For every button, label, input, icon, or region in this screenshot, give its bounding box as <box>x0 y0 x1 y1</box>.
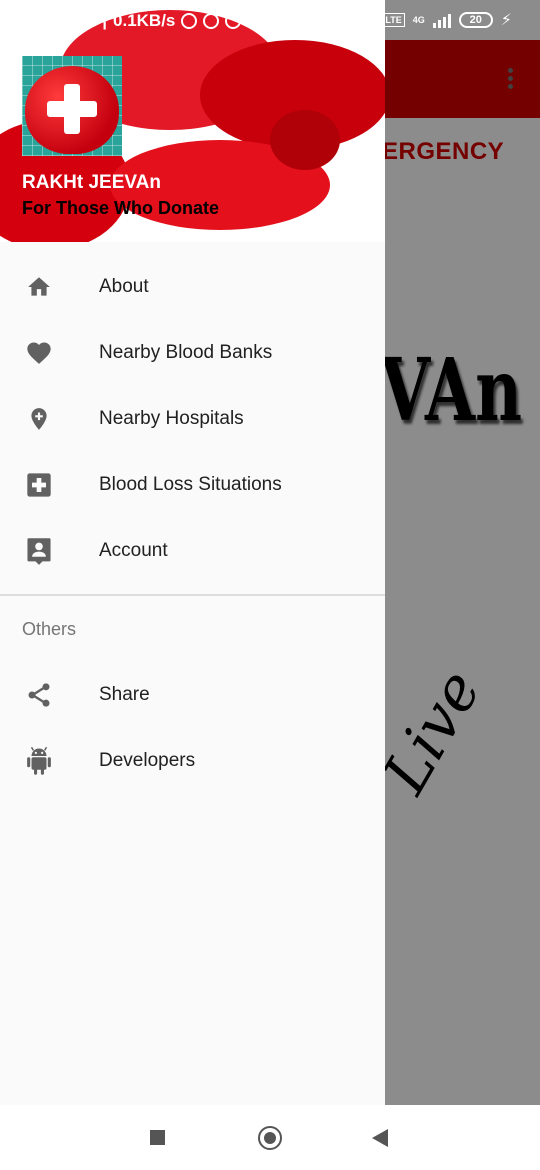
charging-icon: ⚡ <box>500 12 512 29</box>
menu-item-label: Account <box>99 540 168 561</box>
alarm-icon <box>203 13 220 29</box>
menu-item-nearby-blood-banks[interactable]: Nearby Blood Banks <box>0 320 385 386</box>
status-separator: | <box>102 11 108 30</box>
home-icon <box>24 272 54 302</box>
menu-item-label: Nearby Hospitals <box>99 408 244 429</box>
status-bar: 2:57 PM | 0.1KB/s Vo LTE 4G 20 ⚡ <box>0 0 540 40</box>
navigation-drawer: RAKHt JEEVAn For Those Who Donate About … <box>0 0 385 1105</box>
menu-item-nearby-hospitals[interactable]: Nearby Hospitals <box>0 386 385 452</box>
menu-item-account[interactable]: Account <box>0 518 385 584</box>
section-title-others: Others <box>22 619 77 639</box>
menu-item-label: Blood Loss Situations <box>99 474 282 495</box>
headset-icon <box>225 13 242 29</box>
status-time: 2:57 PM <box>32 11 97 30</box>
share-icon <box>24 680 54 710</box>
back-button[interactable] <box>372 1129 388 1147</box>
menu-item-about[interactable]: About <box>0 254 385 320</box>
drawer-others-menu: Share Developers <box>0 662 385 794</box>
system-nav-bar <box>0 1105 540 1170</box>
ink-splash-decoration <box>270 110 340 170</box>
volte-badge: Vo LTE <box>369 13 405 27</box>
drawer-app-name: RAKHt JEEVAn <box>22 172 161 193</box>
home-button[interactable] <box>258 1126 282 1150</box>
signal-icon-2 <box>432 12 451 28</box>
menu-item-label: Share <box>99 684 150 705</box>
menu-item-label: About <box>99 276 149 297</box>
account-box-icon <box>24 536 54 566</box>
network-speed: 0.1KB/s <box>113 11 176 30</box>
map-pin-plus-icon <box>24 404 54 434</box>
drawer-tagline: For Those Who Donate <box>22 198 219 218</box>
drawer-divider <box>0 594 385 596</box>
menu-item-blood-loss-situations[interactable]: Blood Loss Situations <box>0 452 385 518</box>
menu-item-label: Developers <box>99 750 196 771</box>
mute-bell-icon <box>181 13 198 29</box>
app-logo <box>22 56 122 156</box>
menu-item-share[interactable]: Share <box>0 662 385 728</box>
android-icon <box>24 746 54 776</box>
signal-icon <box>343 12 362 28</box>
recents-button[interactable] <box>150 1130 165 1145</box>
menu-item-developers[interactable]: Developers <box>0 728 385 794</box>
network-type: 4G <box>412 14 425 25</box>
menu-item-label: Nearby Blood Banks <box>99 342 273 363</box>
battery-icon: 20 <box>458 12 493 28</box>
heart-icon <box>24 338 54 368</box>
medical-cross-icon <box>24 470 54 500</box>
drawer-menu: About Nearby Blood Banks Nearby Hospital… <box>0 254 385 584</box>
